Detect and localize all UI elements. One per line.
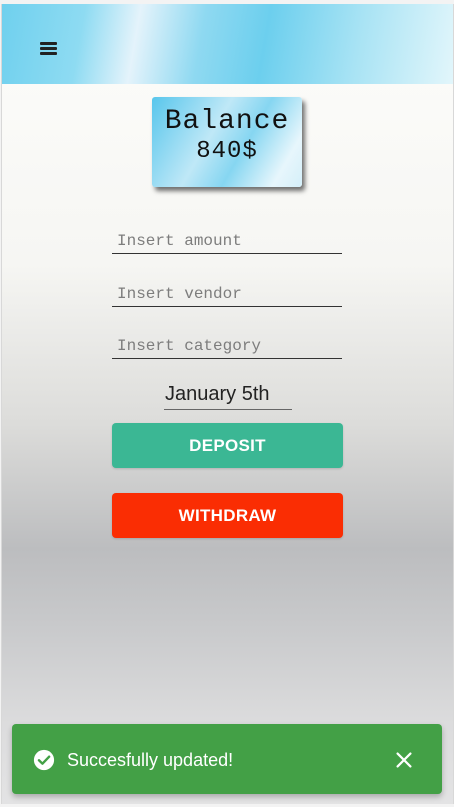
- balance-card: Balance 840$: [152, 97, 302, 187]
- close-icon[interactable]: [393, 749, 415, 771]
- app-header: [2, 4, 453, 84]
- toast-message: Succesfully updated!: [67, 750, 234, 770]
- check-circle-icon: [33, 749, 55, 771]
- deposit-button[interactable]: DEPOSIT: [112, 423, 343, 468]
- balance-amount: 840$: [196, 138, 258, 165]
- success-toast: Succesfully updated!: [12, 724, 442, 794]
- withdraw-button[interactable]: WITHDRAW: [112, 493, 343, 538]
- app-screen: Balance 840$ January 5th DEPOSIT WITHDRA…: [1, 4, 454, 804]
- balance-title: Balance: [164, 106, 290, 137]
- vendor-input[interactable]: [112, 281, 342, 307]
- amount-input[interactable]: [112, 228, 342, 254]
- hamburger-menu-icon[interactable]: [40, 40, 58, 56]
- menu-bar-line: [40, 42, 57, 45]
- category-input[interactable]: [112, 333, 342, 359]
- menu-bar-line: [40, 52, 57, 55]
- menu-bar-line: [40, 47, 57, 50]
- date-picker[interactable]: January 5th: [164, 378, 292, 410]
